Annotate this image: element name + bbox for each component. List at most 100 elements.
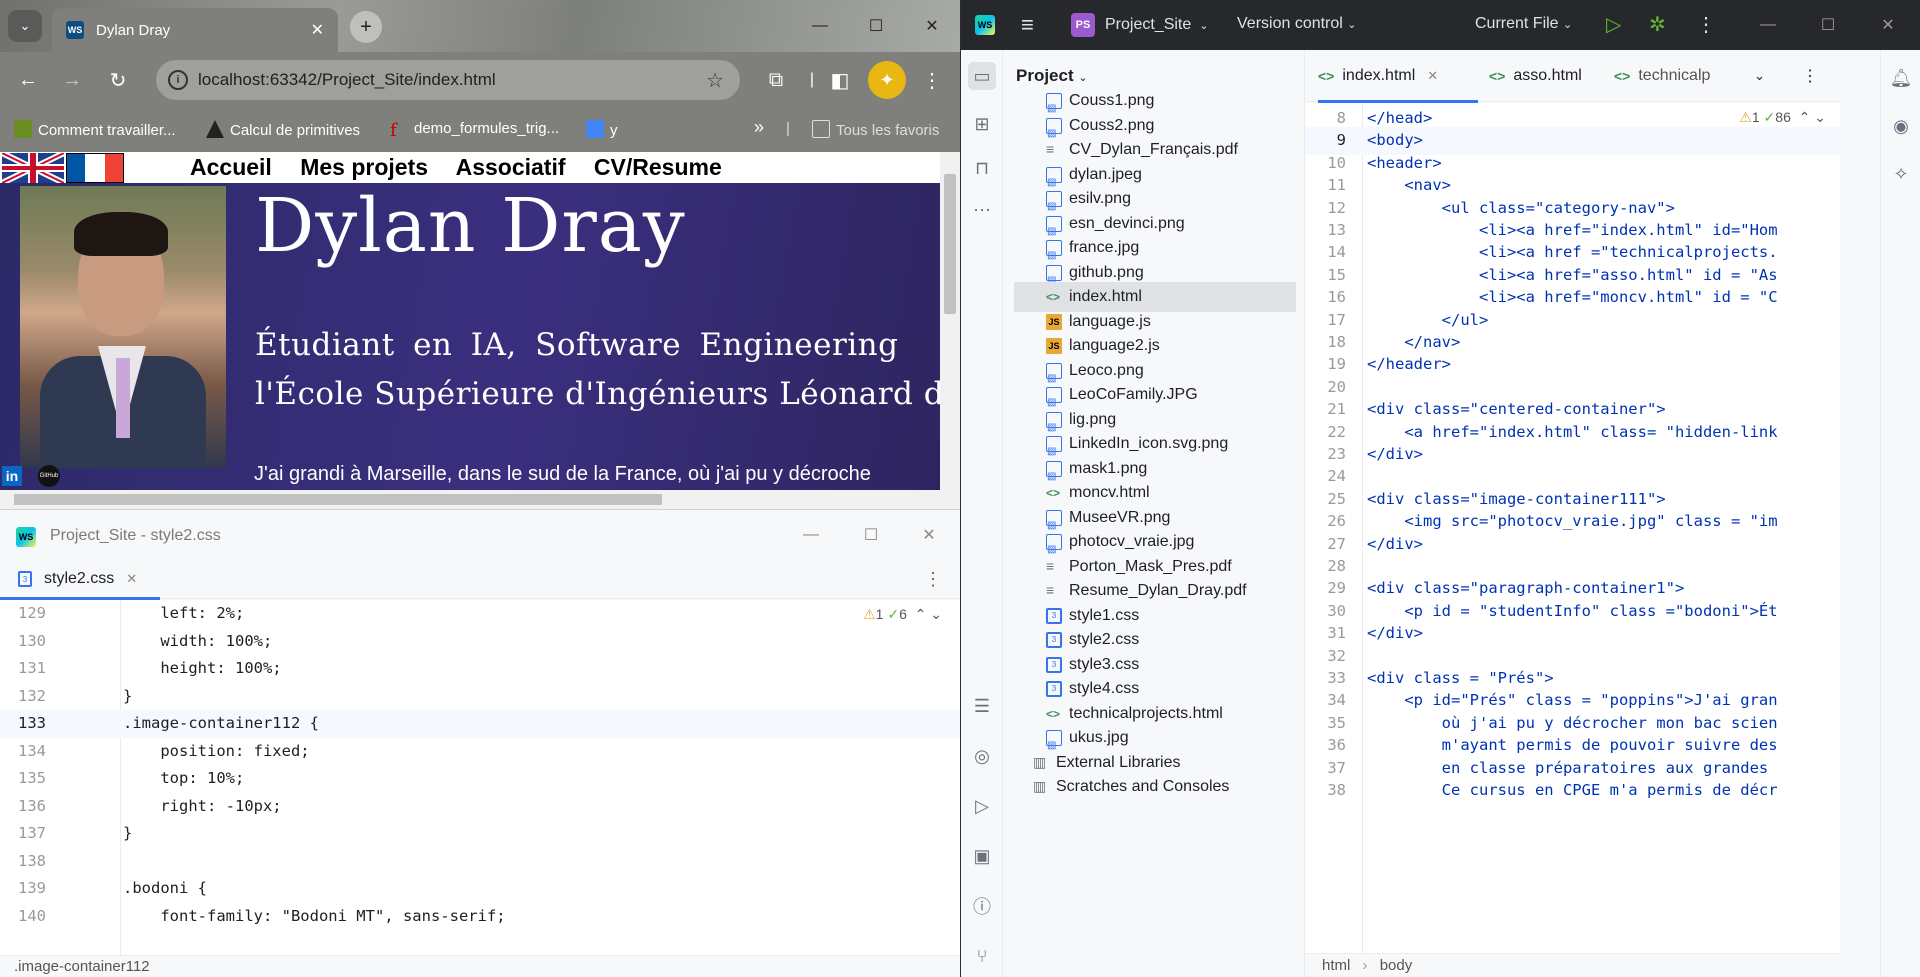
more-options-icon[interactable]: ⋮ bbox=[924, 569, 942, 590]
back-button[interactable]: ← bbox=[10, 62, 46, 98]
window-controls: — ☐ ✕ bbox=[792, 0, 960, 52]
browser-window: ⌄ WS Dylan Dray ✕ + — ☐ ✕ ← → ↻ i localh… bbox=[0, 0, 960, 509]
project-selector[interactable]: PS Project_Site ⌄ bbox=[1071, 12, 1208, 38]
database-icon[interactable]: ◉ bbox=[1887, 112, 1915, 140]
nav-link-accueil[interactable]: Accueil bbox=[190, 154, 272, 180]
notifications-icon[interactable]: 🔔︎ bbox=[1887, 64, 1915, 92]
structure-tool-icon[interactable]: ⊞ bbox=[968, 110, 996, 138]
todo-tool-icon[interactable]: ☰ bbox=[968, 692, 996, 720]
minimize-button[interactable]: — bbox=[786, 520, 836, 550]
problems-tool-icon[interactable]: ⓘ bbox=[968, 892, 996, 920]
maximize-button[interactable]: ☐ bbox=[1799, 10, 1857, 40]
panel-title-label: Project bbox=[1016, 66, 1074, 85]
line-number: 135 bbox=[18, 769, 46, 787]
reload-button[interactable]: ↻ bbox=[100, 62, 136, 98]
close-tab-icon[interactable]: ✕ bbox=[126, 571, 137, 587]
all-bookmarks-folder[interactable]: Tous les favoris bbox=[812, 120, 939, 139]
bookmark-star-icon[interactable]: ☆ bbox=[706, 68, 724, 93]
vcs-label: Version control bbox=[1237, 15, 1343, 32]
forward-button[interactable]: → bbox=[54, 62, 90, 98]
new-tab-button[interactable]: + bbox=[350, 11, 382, 43]
services-tool-icon[interactable]: ◎ bbox=[968, 742, 996, 770]
project-badge: PS bbox=[1071, 13, 1095, 37]
tab-list-chevron-icon[interactable]: ⌄ bbox=[1754, 50, 1765, 102]
profile-avatar[interactable]: ✦ bbox=[868, 61, 906, 99]
page-horizontal-scrollbar[interactable] bbox=[0, 490, 960, 509]
code-line: 139 .bodoni { bbox=[0, 875, 960, 903]
side-panel-icon[interactable]: ◧ bbox=[822, 62, 858, 98]
code-text: height: 100%; bbox=[123, 659, 282, 677]
code-text: .bodoni { bbox=[123, 879, 207, 897]
tab-style2-css[interactable]: 3 style2.css ✕ bbox=[0, 559, 160, 600]
code-line: 140 font-family: "Bodoni MT", sans-serif… bbox=[0, 903, 960, 931]
css-code-editor[interactable]: ⚠1 ✓6 ⌃ ⌄ 129 left: 2%; 130 width: 100%; 1… bbox=[0, 600, 960, 955]
github-icon[interactable]: GitHub bbox=[38, 465, 60, 487]
france-flag-icon[interactable] bbox=[66, 153, 124, 183]
close-window-button[interactable]: ✕ bbox=[904, 0, 960, 52]
close-window-button[interactable]: ✕ bbox=[1859, 10, 1917, 40]
bookmarks-tool-icon[interactable]: ⊓ bbox=[968, 154, 996, 182]
img-file-icon: ▧ bbox=[1046, 509, 1062, 531]
git-tool-icon[interactable]: ⑂ bbox=[968, 942, 996, 970]
bookmark-label: Comment travailler... bbox=[38, 122, 176, 139]
close-tab-icon[interactable]: ✕ bbox=[311, 20, 324, 40]
tab-asso-html[interactable]: <> asso.html bbox=[1489, 50, 1582, 102]
nav-link-projets[interactable]: Mes projets bbox=[300, 154, 428, 180]
project-panel-title[interactable]: Project ⌄ bbox=[1016, 66, 1088, 86]
run-config-selector[interactable]: Current File ⌄ bbox=[1475, 15, 1572, 33]
breadcrumb-html[interactable]: html bbox=[1322, 957, 1350, 974]
more-tools-icon[interactable]: ⋯ bbox=[968, 196, 996, 224]
uk-us-flag-icon[interactable] bbox=[2, 153, 64, 183]
ai-assistant-icon[interactable]: ✧ bbox=[1887, 160, 1915, 188]
browser-menu-icon[interactable]: ⋮ bbox=[914, 62, 950, 98]
nav-link-associatif[interactable]: Associatif bbox=[456, 154, 566, 180]
page-vertical-scrollbar[interactable] bbox=[940, 152, 960, 490]
linkedin-icon[interactable]: in bbox=[2, 466, 22, 486]
close-tab-icon[interactable]: ✕ bbox=[1427, 68, 1438, 84]
line-number: 140 bbox=[18, 906, 46, 925]
html-code-editor[interactable]: ⚠1 ✓86 ⌃ ⌄ 8 </head> 9 <body> 10 <header> 11 <… bbox=[1306, 103, 1840, 953]
breadcrumb-body[interactable]: body bbox=[1380, 957, 1413, 974]
tab-index-html[interactable]: <> index.html ✕ bbox=[1318, 50, 1478, 103]
minimize-button[interactable]: — bbox=[792, 0, 848, 52]
vcs-selector[interactable]: Version control ⌄ bbox=[1237, 15, 1357, 33]
img-file-icon: ▧ bbox=[1046, 117, 1062, 139]
html-file-icon: <> bbox=[1614, 68, 1631, 84]
run-tool-icon[interactable]: ▷ bbox=[968, 792, 996, 820]
debug-icon[interactable]: ✲ bbox=[1649, 12, 1666, 37]
file-tree-item[interactable]: ▥ Scratches and Consoles bbox=[1004, 772, 1304, 802]
tab-label: style2.css bbox=[44, 570, 115, 587]
extensions-icon[interactable]: ⧉ bbox=[758, 62, 794, 98]
run-icon[interactable]: ▷ bbox=[1606, 12, 1621, 37]
more-actions-icon[interactable]: ⋮ bbox=[1696, 12, 1716, 37]
file-name: Scratches and Consoles bbox=[1056, 778, 1230, 795]
bookmark-item[interactable]: f demo_formules_trig... bbox=[390, 120, 559, 141]
code-text: right: -10px; bbox=[123, 796, 282, 815]
hero-subtitle-line1: Étudiant en IA, Software Engineering bbox=[255, 327, 899, 363]
html-file-icon: <> bbox=[1046, 706, 1061, 721]
line-number: 132 bbox=[18, 686, 46, 705]
webstorm-logo-icon: WS bbox=[975, 15, 995, 35]
tab-technicalprojects[interactable]: <> technicalp bbox=[1614, 50, 1710, 102]
close-window-button[interactable]: ✕ bbox=[904, 520, 954, 550]
maximize-button[interactable]: ☐ bbox=[848, 0, 904, 52]
bookmark-item[interactable]: Comment travailler... bbox=[14, 120, 176, 139]
tab-search-button[interactable]: ⌄ bbox=[8, 10, 42, 42]
tab-more-icon[interactable]: ⋮ bbox=[1802, 50, 1818, 102]
css-file-icon: 3 bbox=[1046, 607, 1062, 624]
bookmark-item[interactable]: Calcul de primitives bbox=[206, 120, 360, 139]
more-bookmarks-icon[interactable]: » bbox=[754, 117, 764, 138]
js-file-icon: JS bbox=[1046, 313, 1062, 330]
address-bar[interactable]: i localhost:63342/Project_Site/index.htm… bbox=[156, 60, 740, 100]
site-info-icon[interactable]: i bbox=[168, 70, 188, 90]
browser-tab-title: Dylan Dray bbox=[96, 21, 171, 39]
maximize-button[interactable]: ☐ bbox=[846, 520, 896, 550]
minimize-button[interactable]: — bbox=[1739, 10, 1797, 40]
bookmark-item[interactable]: y bbox=[586, 120, 618, 139]
main-menu-icon[interactable]: ≡ bbox=[1021, 12, 1034, 38]
terminal-tool-icon[interactable]: ▣ bbox=[968, 842, 996, 870]
nav-link-cv[interactable]: CV/Resume bbox=[594, 154, 722, 180]
project-tool-icon[interactable]: ▭ bbox=[968, 62, 996, 90]
browser-tab-active[interactable]: WS Dylan Dray ✕ bbox=[52, 8, 338, 52]
css-file-icon: 3 bbox=[18, 571, 32, 587]
